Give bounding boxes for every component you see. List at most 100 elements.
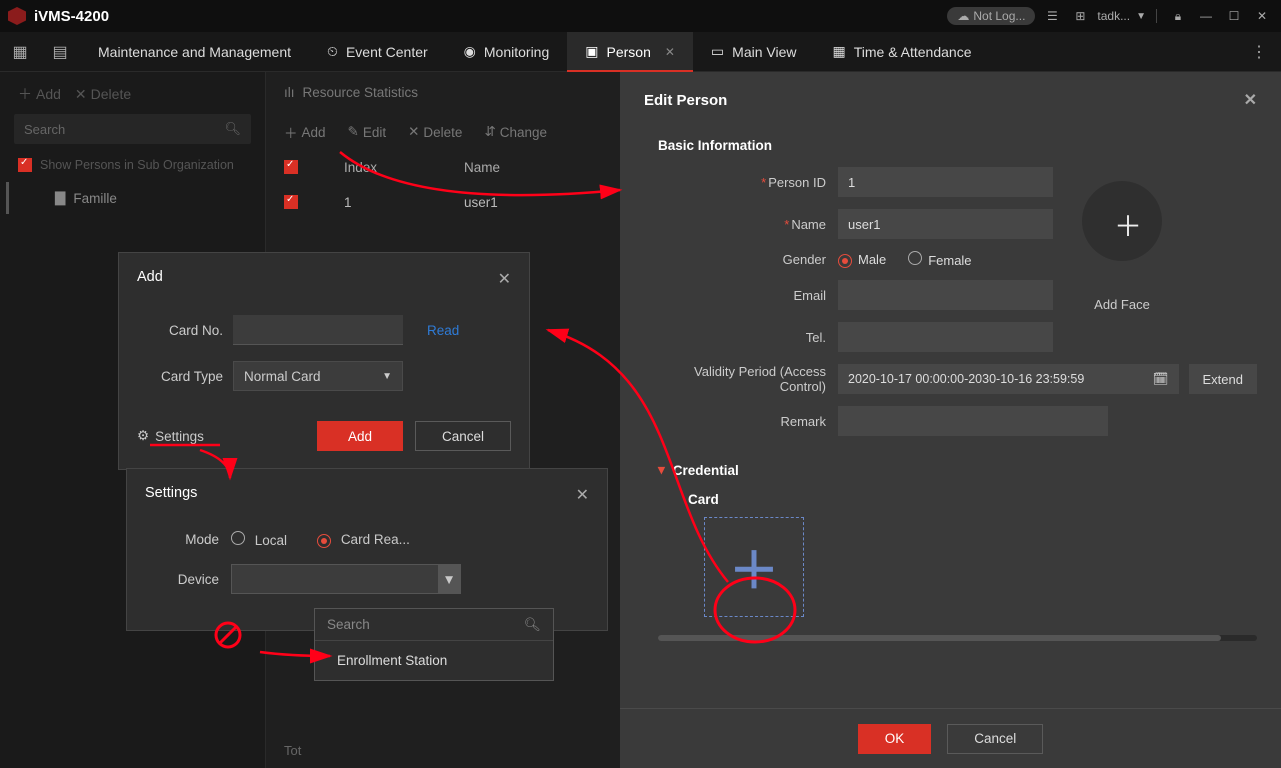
- section-basic-info: Basic Information: [658, 138, 1257, 153]
- dropdown-item-enrollment-station[interactable]: Enrollment Station: [315, 641, 553, 680]
- nav-more-icon[interactable]: ⋮: [1237, 42, 1281, 62]
- nav-maintenance[interactable]: Maintenance and Management: [80, 32, 309, 72]
- chevron-down-icon: ▼: [438, 564, 460, 594]
- cancel-button[interactable]: Cancel: [947, 724, 1043, 754]
- show-sub-org-label: Show Persons in Sub Organization: [40, 158, 234, 172]
- nav-monitoring[interactable]: ◉Monitoring: [446, 32, 568, 72]
- alarm-icon: ⏲: [327, 43, 338, 60]
- plus-icon: ＋: [284, 122, 298, 142]
- title-bar: iVMS-4200 ☁ Not Log... ☰ ⊞ tadk... ▼ 🔒︎ …: [0, 0, 1281, 32]
- org-icon: ⇵: [484, 124, 495, 140]
- validity-input[interactable]: 2020-10-17 00:00:00-2030-10-16 23:59:59🗓…: [838, 364, 1179, 394]
- list-icon[interactable]: ☰: [1041, 5, 1063, 27]
- menu-icon[interactable]: ⊞: [1069, 5, 1091, 27]
- read-button[interactable]: Read: [427, 323, 459, 338]
- toolbar-change-button[interactable]: ⇵Change: [484, 124, 547, 140]
- panel-icon[interactable]: ▤: [40, 32, 80, 72]
- top-nav: ▦ ▤ Maintenance and Management ⏲Event Ce…: [0, 32, 1281, 72]
- edit-person-panel: Edit Person ✕ Basic Information *Person …: [620, 72, 1281, 768]
- close-dialog-icon[interactable]: ✕: [498, 269, 511, 289]
- device-select[interactable]: ▼: [231, 564, 461, 594]
- lock-icon[interactable]: 🔒︎: [1167, 5, 1189, 27]
- nav-time-attendance[interactable]: ▦Time & Attendance: [814, 32, 989, 72]
- select-all-checkbox[interactable]: [284, 160, 298, 174]
- toolbar-edit-button[interactable]: ✎Edit: [348, 124, 387, 140]
- add-card-dialog: Add✕ Card No.Read Card TypeNormal Card▼ …: [118, 252, 530, 470]
- calendar-icon: 🗓︎: [1153, 372, 1169, 387]
- total-label: Tot: [284, 743, 301, 758]
- sidebar-add-button[interactable]: ＋Add: [18, 84, 61, 104]
- toolbar-delete-button[interactable]: ✕Delete: [408, 124, 462, 140]
- name-input[interactable]: [838, 209, 1053, 239]
- dropdown-search-input[interactable]: Search🔍︎: [315, 609, 553, 641]
- dialog-title: Settings: [145, 485, 197, 505]
- app-logo: [8, 7, 26, 25]
- mode-local-radio[interactable]: Local: [231, 531, 287, 548]
- card-label: Card: [688, 492, 1257, 507]
- panel-title: Edit Person: [644, 92, 727, 109]
- col-index: Index: [344, 160, 464, 177]
- folder-icon: ▇: [55, 190, 65, 206]
- card-no-input[interactable]: [233, 315, 403, 345]
- nav-main-view[interactable]: ▭Main View: [693, 32, 815, 72]
- org-item-famille[interactable]: ▇ Famille: [6, 182, 265, 214]
- add-card-button[interactable]: ＋: [704, 517, 804, 617]
- mode-card-reader-radio[interactable]: Card Rea...: [317, 532, 410, 548]
- tel-input[interactable]: [838, 322, 1053, 352]
- add-button[interactable]: Add: [317, 421, 403, 451]
- sidebar-search-input[interactable]: Search 🔍︎: [14, 114, 251, 144]
- close-dialog-icon[interactable]: ✕: [576, 485, 589, 505]
- maximize-icon[interactable]: ☐: [1223, 5, 1245, 27]
- person-id-input[interactable]: [838, 167, 1053, 197]
- x-icon: ✕: [75, 86, 87, 103]
- monitor-icon: ◉: [464, 43, 476, 60]
- extend-button[interactable]: Extend: [1189, 364, 1257, 394]
- gender-male-radio[interactable]: Male: [838, 252, 886, 268]
- grid-icon[interactable]: ▦: [0, 32, 40, 72]
- show-sub-org-checkbox[interactable]: [18, 158, 32, 172]
- settings-link[interactable]: ⚙Settings: [137, 428, 204, 444]
- horizontal-scrollbar[interactable]: [658, 635, 1257, 641]
- plus-icon: ＋: [729, 531, 779, 603]
- section-credential: Credential: [673, 463, 739, 478]
- card-type-select[interactable]: Normal Card▼: [233, 361, 403, 391]
- stats-label: Resource Statistics: [303, 85, 419, 100]
- dialog-title: Add: [137, 269, 163, 289]
- minimize-icon[interactable]: —: [1195, 5, 1217, 27]
- calendar-icon: ▦: [832, 43, 845, 60]
- face-placeholder[interactable]: ＋: [1082, 181, 1162, 261]
- app-title: iVMS-4200: [34, 8, 109, 25]
- chevron-down-icon[interactable]: ▾: [658, 462, 665, 478]
- cloud-icon: ☁: [957, 9, 969, 23]
- person-icon: ▣: [585, 43, 598, 60]
- close-panel-icon[interactable]: ✕: [1244, 90, 1257, 110]
- x-icon: ✕: [408, 124, 419, 140]
- email-input[interactable]: [838, 280, 1053, 310]
- login-status-pill[interactable]: ☁ Not Log...: [947, 7, 1035, 25]
- plus-icon: ＋: [18, 84, 32, 104]
- edit-icon: ✎: [348, 124, 359, 140]
- user-label[interactable]: tadk...: [1097, 9, 1130, 23]
- nav-person[interactable]: ▣Person✕: [567, 32, 693, 72]
- search-icon: 🔍︎: [224, 121, 241, 137]
- tab-close-icon[interactable]: ✕: [665, 45, 675, 59]
- device-dropdown: Search🔍︎ Enrollment Station: [314, 608, 554, 681]
- remark-input[interactable]: [838, 406, 1108, 436]
- cancel-button[interactable]: Cancel: [415, 421, 511, 451]
- camera-icon: ▭: [711, 43, 724, 60]
- plus-icon: ＋: [1114, 205, 1142, 245]
- close-window-icon[interactable]: ✕: [1251, 5, 1273, 27]
- search-icon: 🔍︎: [524, 617, 541, 633]
- chevron-down-icon[interactable]: ▼: [1136, 11, 1146, 22]
- login-status-text: Not Log...: [973, 9, 1025, 23]
- gender-female-radio[interactable]: Female: [908, 251, 971, 268]
- nav-event-center[interactable]: ⏲Event Center: [309, 32, 446, 72]
- sidebar-delete-button[interactable]: ✕Delete: [75, 84, 131, 104]
- cell-index: 1: [344, 195, 464, 212]
- ok-button[interactable]: OK: [858, 724, 932, 754]
- toolbar-add-button[interactable]: ＋Add: [284, 122, 326, 142]
- stats-icon: ılı: [284, 85, 295, 100]
- search-placeholder: Search: [24, 122, 65, 137]
- gear-icon: ⚙: [137, 428, 149, 444]
- row-checkbox[interactable]: [284, 195, 298, 209]
